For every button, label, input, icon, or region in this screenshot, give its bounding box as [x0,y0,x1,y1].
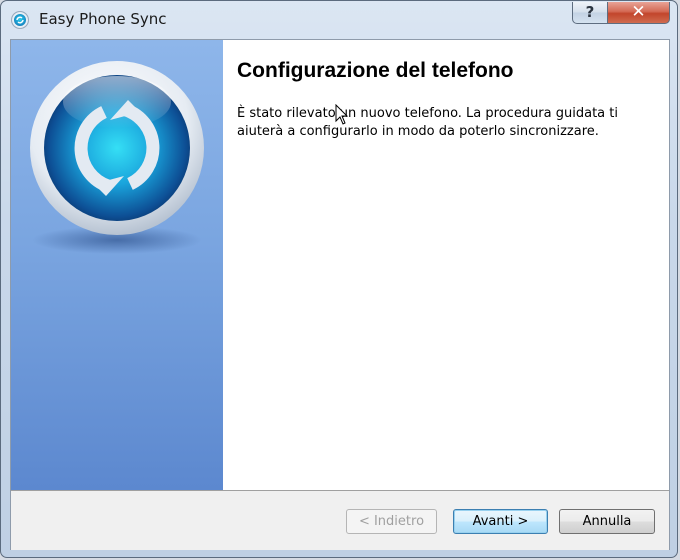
wizard-client-area: Configurazione del telefono È stato rile… [10,39,670,550]
wizard-button-bar: < Indietro Avanti > Annulla [11,490,669,550]
mouse-cursor-icon [335,104,349,125]
title-bar[interactable]: Easy Phone Sync ? ✕ [1,1,677,39]
wizard-content: Configurazione del telefono È stato rile… [223,40,669,490]
wizard-window: Easy Phone Sync ? ✕ Configurazione del t… [0,0,678,558]
close-button[interactable]: ✕ [607,2,670,24]
window-title: Easy Phone Sync [39,10,167,28]
page-title: Configurazione del telefono [237,59,514,82]
next-button[interactable]: Avanti > [453,509,548,534]
sync-icon [12,12,28,28]
wizard-side-panel [11,40,223,490]
sync-logo-icon [30,61,204,254]
cancel-button[interactable]: Annulla [559,509,655,534]
help-button[interactable]: ? [572,2,608,24]
description-text: È stato rilevato un nuovo telefono. La p… [237,106,618,139]
back-button[interactable]: < Indietro [346,509,437,534]
